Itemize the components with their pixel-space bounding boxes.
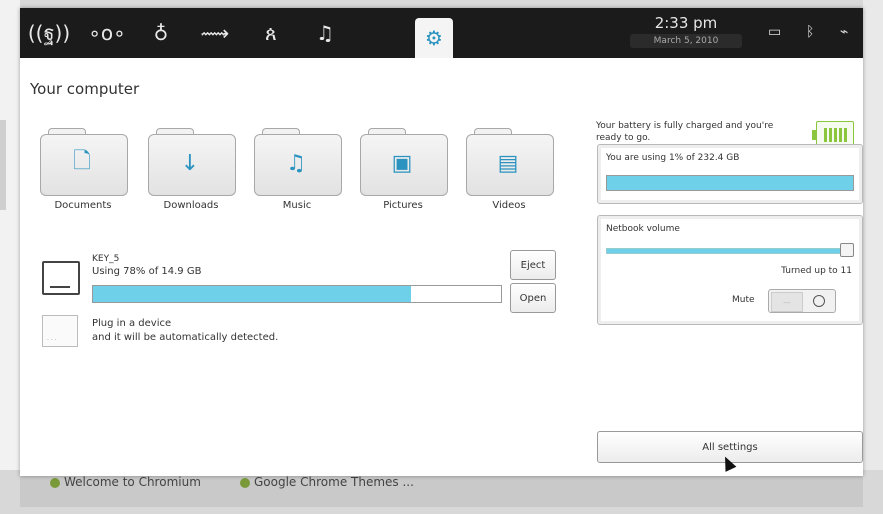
folder-label: Downloads bbox=[163, 200, 219, 211]
volume-caption: Netbook volume bbox=[606, 224, 680, 234]
background-strip bbox=[0, 120, 6, 210]
toggle-off-icon bbox=[813, 295, 825, 307]
battery-cell bbox=[828, 128, 832, 142]
battery-cell bbox=[823, 128, 827, 142]
folder-downloads[interactable]: ↓ Downloads bbox=[146, 128, 236, 218]
section-title: Your computer bbox=[30, 80, 140, 98]
battery-status-text: Your battery is fully charged and you're… bbox=[596, 121, 774, 143]
device-name: KEY_5 bbox=[92, 254, 120, 264]
battery-cell bbox=[833, 128, 837, 142]
clock-date: March 5, 2010 bbox=[630, 34, 742, 48]
taskbar-tab-welcome[interactable]: Welcome to Chromium bbox=[50, 475, 201, 489]
toggle-off-half: — bbox=[771, 292, 803, 312]
status-activity-icon[interactable]: ⟿ bbox=[196, 16, 234, 50]
system-panel: ((ฐ)) ∘o∘ ♁ ⟿ ጰ ♫ ⚙ 2:33 pm March 5, 201… bbox=[20, 8, 863, 476]
plug-hint-line1: Plug in a device bbox=[92, 318, 172, 329]
zones-icon[interactable]: ∘o∘ bbox=[88, 16, 126, 50]
film-strip-icon: ▤ bbox=[497, 150, 519, 176]
battery-nub bbox=[812, 130, 816, 140]
folder-label: Documents bbox=[54, 200, 112, 211]
taskbar-tab-themes[interactable]: Google Chrome Themes ... bbox=[240, 475, 414, 489]
battery-tray-icon[interactable]: ▭ bbox=[768, 24, 781, 40]
download-arrow-icon: ↓ bbox=[180, 150, 200, 176]
chrome-icon bbox=[240, 477, 250, 488]
folder-label: Pictures bbox=[383, 200, 423, 211]
storage-fill bbox=[607, 176, 853, 190]
background-window-left bbox=[0, 0, 20, 514]
clock: 2:33 pm March 5, 2010 bbox=[630, 14, 742, 48]
battery-cell bbox=[843, 128, 847, 142]
taskbar-tab-label: Welcome to Chromium bbox=[64, 475, 201, 489]
document-icon: 🗋 bbox=[73, 149, 91, 174]
bluetooth-icon[interactable]: ᛒ bbox=[806, 24, 814, 40]
volume-box: Netbook volume Turned up to 11 Mute — bbox=[597, 215, 863, 325]
volume-slider-track[interactable] bbox=[606, 248, 848, 254]
plug-hint: Plug in a device and it will be automati… bbox=[92, 317, 278, 345]
folder-videos[interactable]: ▤ Videos bbox=[464, 128, 554, 218]
people-icon[interactable]: ጰ bbox=[252, 16, 290, 50]
open-button[interactable]: Open bbox=[510, 283, 556, 313]
music-note-icon: ♫ bbox=[286, 150, 306, 176]
battery-cell bbox=[838, 128, 842, 142]
plug-hint-line2: and it will be automatically detected. bbox=[92, 332, 279, 343]
storage-text: You are using 1% of 232.4 GB bbox=[606, 153, 740, 163]
device-usage-text: Using 78% of 14.9 GB bbox=[92, 266, 202, 277]
storage-box: You are using 1% of 232.4 GB bbox=[597, 144, 863, 204]
volume-status: Turned up to 11 bbox=[781, 266, 852, 276]
folder-pictures[interactable]: ▣ Pictures bbox=[358, 128, 448, 218]
usb-device-icon bbox=[42, 261, 80, 295]
folder-label: Videos bbox=[492, 200, 526, 211]
network-icon[interactable]: ((ฐ)) bbox=[28, 16, 70, 50]
people-add-icon[interactable]: ♁ bbox=[142, 16, 180, 50]
eject-button[interactable]: Eject bbox=[510, 250, 556, 280]
picture-icon: ▣ bbox=[391, 150, 413, 176]
folder-music[interactable]: ♫ Music bbox=[252, 128, 342, 218]
storage-bar bbox=[606, 175, 854, 191]
plug-device-icon: · · · bbox=[42, 315, 78, 347]
media-music-icon[interactable]: ♫ bbox=[306, 16, 344, 50]
device-usage-bar bbox=[92, 285, 502, 303]
power-plug-icon[interactable]: ⌁ bbox=[840, 24, 848, 40]
background-window-bottom: Welcome to Chromium Google Chrome Themes… bbox=[0, 470, 883, 514]
background-window-right bbox=[863, 0, 883, 514]
device-usage-fill bbox=[93, 286, 412, 302]
mute-toggle[interactable]: — bbox=[768, 289, 836, 313]
taskbar-tab-label: Google Chrome Themes ... bbox=[254, 475, 414, 489]
volume-slider-knob[interactable] bbox=[840, 243, 854, 257]
settings-gear-icon[interactable]: ⚙ bbox=[415, 18, 453, 58]
folder-documents[interactable]: 🗋 Documents bbox=[38, 128, 128, 218]
mute-label: Mute bbox=[732, 295, 755, 305]
chromium-icon bbox=[50, 477, 60, 488]
folder-label: Music bbox=[282, 200, 312, 211]
clock-time: 2:33 pm bbox=[654, 14, 718, 32]
top-bar: ((ฐ)) ∘o∘ ♁ ⟿ ጰ ♫ ⚙ 2:33 pm March 5, 201… bbox=[20, 8, 863, 58]
